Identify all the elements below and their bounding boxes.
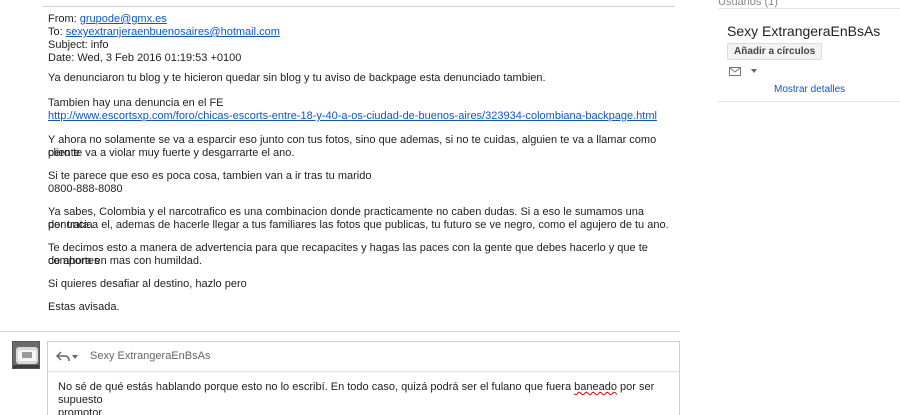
avatar-image [13,342,39,368]
reply-body[interactable]: No sé de qué estás hablando porque esto … [58,381,658,415]
mail-paragraph: Estas avisada. [48,301,120,313]
to-email-link[interactable]: sexyextranjeraenbuenosaires@hotmail.com [66,26,280,38]
reply-recipient[interactable]: Sexy ExtrangeraEnBsAs [90,350,210,362]
chevron-down-icon[interactable] [751,69,757,73]
phone-number: 0800-888-8080 [48,183,123,195]
mail-paragraph: Tambien hay una denuncia en el FE [48,97,224,109]
mail-paragraph: Si te parece que eso es poca cosa, tambi… [48,170,372,182]
avatar [12,341,40,369]
mail-paragraph: de ahora en mas con humildad. [48,255,203,267]
quoted-mail: From: grupode@gmx.es To: sexyextranjerae… [48,13,680,313]
mail-paragraph: Ya denunciaron tu blog y te hicieron que… [48,72,546,84]
from-email-link[interactable]: grupode@gmx.es [80,13,167,25]
reply-text-part: No sé de qué estás hablando porque esto … [58,381,575,393]
subject-line: Subject: info [48,39,109,51]
reply-icon[interactable] [56,351,70,362]
reply-text-part: promotor. [58,407,105,415]
card-divider-top [718,8,900,9]
mail-paragraph: por trata a el, ademas de hacerle llegar… [48,219,669,231]
from-label: From: [48,13,80,25]
reply-header: Sexy ExtrangeraEnBsAs [48,342,679,372]
date-line: Date: Wed, 3 Feb 2016 01:19:53 +0100 [48,52,242,64]
show-details-link[interactable]: Mostrar detalles [774,84,845,95]
mail-paragraph: pero te va a violar muy fuerte y desgarr… [48,147,295,159]
reply-compose-box[interactable]: Sexy ExtrangeraEnBsAs No sé de qué estás… [47,341,680,415]
mail-top-divider [43,6,675,7]
add-to-circles-button[interactable]: Añadir a círculos [727,43,823,60]
to-label: To: [48,26,66,38]
card-divider-bottom [718,101,900,102]
envelope-icon[interactable] [729,67,741,76]
misspelled-word: baneado [574,381,617,393]
reply-divider [0,331,680,332]
contact-name: Sexy ExtrangeraEnBsAs [727,23,881,39]
to-line: To: sexyextranjeraenbuenosaires@hotmail.… [48,26,680,39]
forum-link[interactable]: http://www.escortsxp.com/foro/chicas-esc… [48,110,657,122]
from-line: From: grupode@gmx.es [48,13,680,26]
mail-paragraph: Si quieres desafiar al destino, hazlo pe… [48,278,247,290]
chevron-down-icon[interactable] [72,355,78,359]
users-count-label: Usuarios (1) [718,0,778,8]
